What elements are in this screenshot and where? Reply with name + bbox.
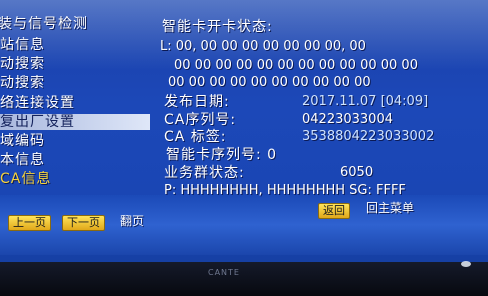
business-group-value: 6050 xyxy=(340,165,374,180)
publish-date-label: 发布日期: xyxy=(164,94,230,110)
ca-tag-label: CA 标签: xyxy=(164,129,227,145)
menu-item-install-signal[interactable]: 装与信号检测 xyxy=(0,16,148,32)
business-group-label: 业务群状态: xyxy=(164,165,245,181)
tv-screen: 装与信号检测 站信息 动搜索 动搜索 络连接设置 复出厂设置 域编码 本信息 C… xyxy=(0,0,488,262)
menu-item-station-info[interactable]: 站信息 xyxy=(0,37,150,53)
back-button[interactable]: 返回 xyxy=(318,203,350,219)
menu-item-region-code[interactable]: 域编码 xyxy=(0,133,150,149)
tv-bezel xyxy=(0,262,488,296)
card-status-l-line: L: 00, 00 00 00 00 00 00 00, 00 xyxy=(160,39,366,54)
card-status-p-line: P: HHHHHHHH, HHHHHHHH SG: FFFF xyxy=(164,183,406,198)
menu-item-ca-info[interactable]: CA信息 xyxy=(0,171,150,187)
menu-item-version-info[interactable]: 本信息 xyxy=(0,152,150,168)
menu-item-network-settings[interactable]: 络连接设置 xyxy=(0,95,150,111)
card-status-title: 智能卡开卡状态: xyxy=(162,19,273,35)
smartcard-serial-line: 智能卡序列号: 0 xyxy=(166,147,278,163)
power-led-icon xyxy=(461,261,471,267)
menu-item-factory-reset[interactable]: 复出厂设置 xyxy=(0,114,150,130)
tv-brand-logo: CANTE xyxy=(208,268,240,277)
menu-item-manual-search[interactable]: 动搜索 xyxy=(0,75,150,91)
ca-serial-label: CA序列号: xyxy=(164,112,237,128)
page-hint: 翻页 xyxy=(120,214,145,228)
card-status-row-3: 00 00 00 00 00 00 00 00 00 00 xyxy=(168,75,371,90)
ca-serial-value: 04223033004 xyxy=(302,112,393,127)
back-hint: 回主菜单 xyxy=(366,201,415,215)
prev-page-button[interactable]: 上一页 xyxy=(8,215,51,231)
publish-date-value: 2017.11.07 [04:09] xyxy=(302,94,429,109)
ca-tag-value: 3538804223033002 xyxy=(302,129,435,144)
next-page-button[interactable]: 下一页 xyxy=(62,215,105,231)
menu-item-auto-search[interactable]: 动搜索 xyxy=(0,56,150,72)
card-status-row-2: 00 00 00 00 00 00 00 00 00 00 00 00 xyxy=(174,58,418,73)
